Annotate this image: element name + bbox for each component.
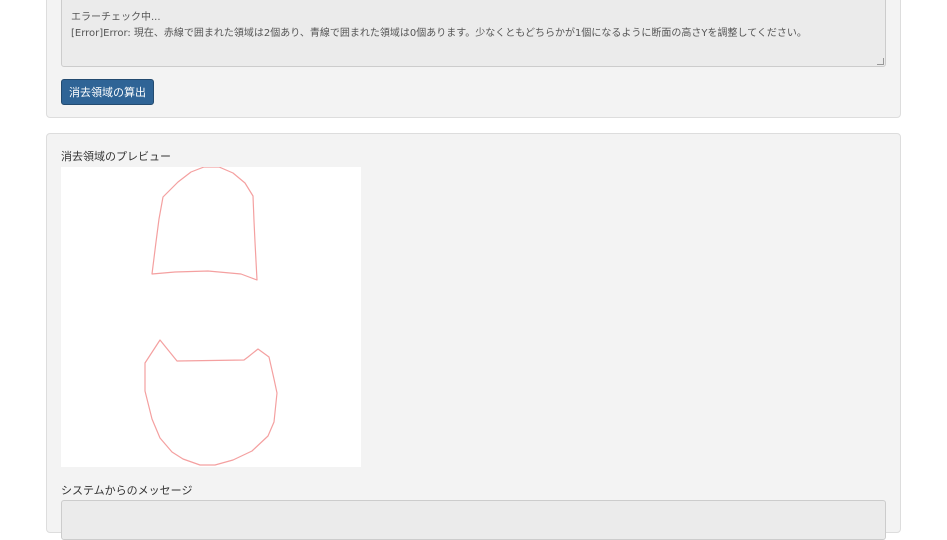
red-region-upper — [151, 166, 258, 281]
log-line-status: エラーチェック中... — [71, 12, 161, 23]
compute-erase-region-button[interactable]: 消去領域の算出 — [61, 79, 154, 105]
log-line-error: [Error]Error: 現在、赤線で囲まれた領域は2個あり、青線で囲まれた領… — [71, 28, 807, 39]
preview-panel: 消去領域のプレビュー システムからのメッセージ — [46, 133, 901, 540]
system-message-heading: システムからのメッセージ — [61, 484, 193, 497]
erase-region-preview — [61, 166, 361, 467]
log-textarea[interactable]: エラーチェック中... [Error]Error: 現在、赤線で囲まれた領域は2… — [61, 0, 886, 67]
preview-heading: 消去領域のプレビュー — [61, 150, 171, 163]
red-region-lower — [144, 339, 278, 466]
system-message-textarea[interactable] — [61, 500, 886, 540]
log-panel: エラーチェック中... [Error]Error: 現在、赤線で囲まれた領域は2… — [46, 0, 901, 118]
preview-svg — [144, 166, 278, 466]
resize-handle-icon[interactable] — [877, 58, 884, 65]
